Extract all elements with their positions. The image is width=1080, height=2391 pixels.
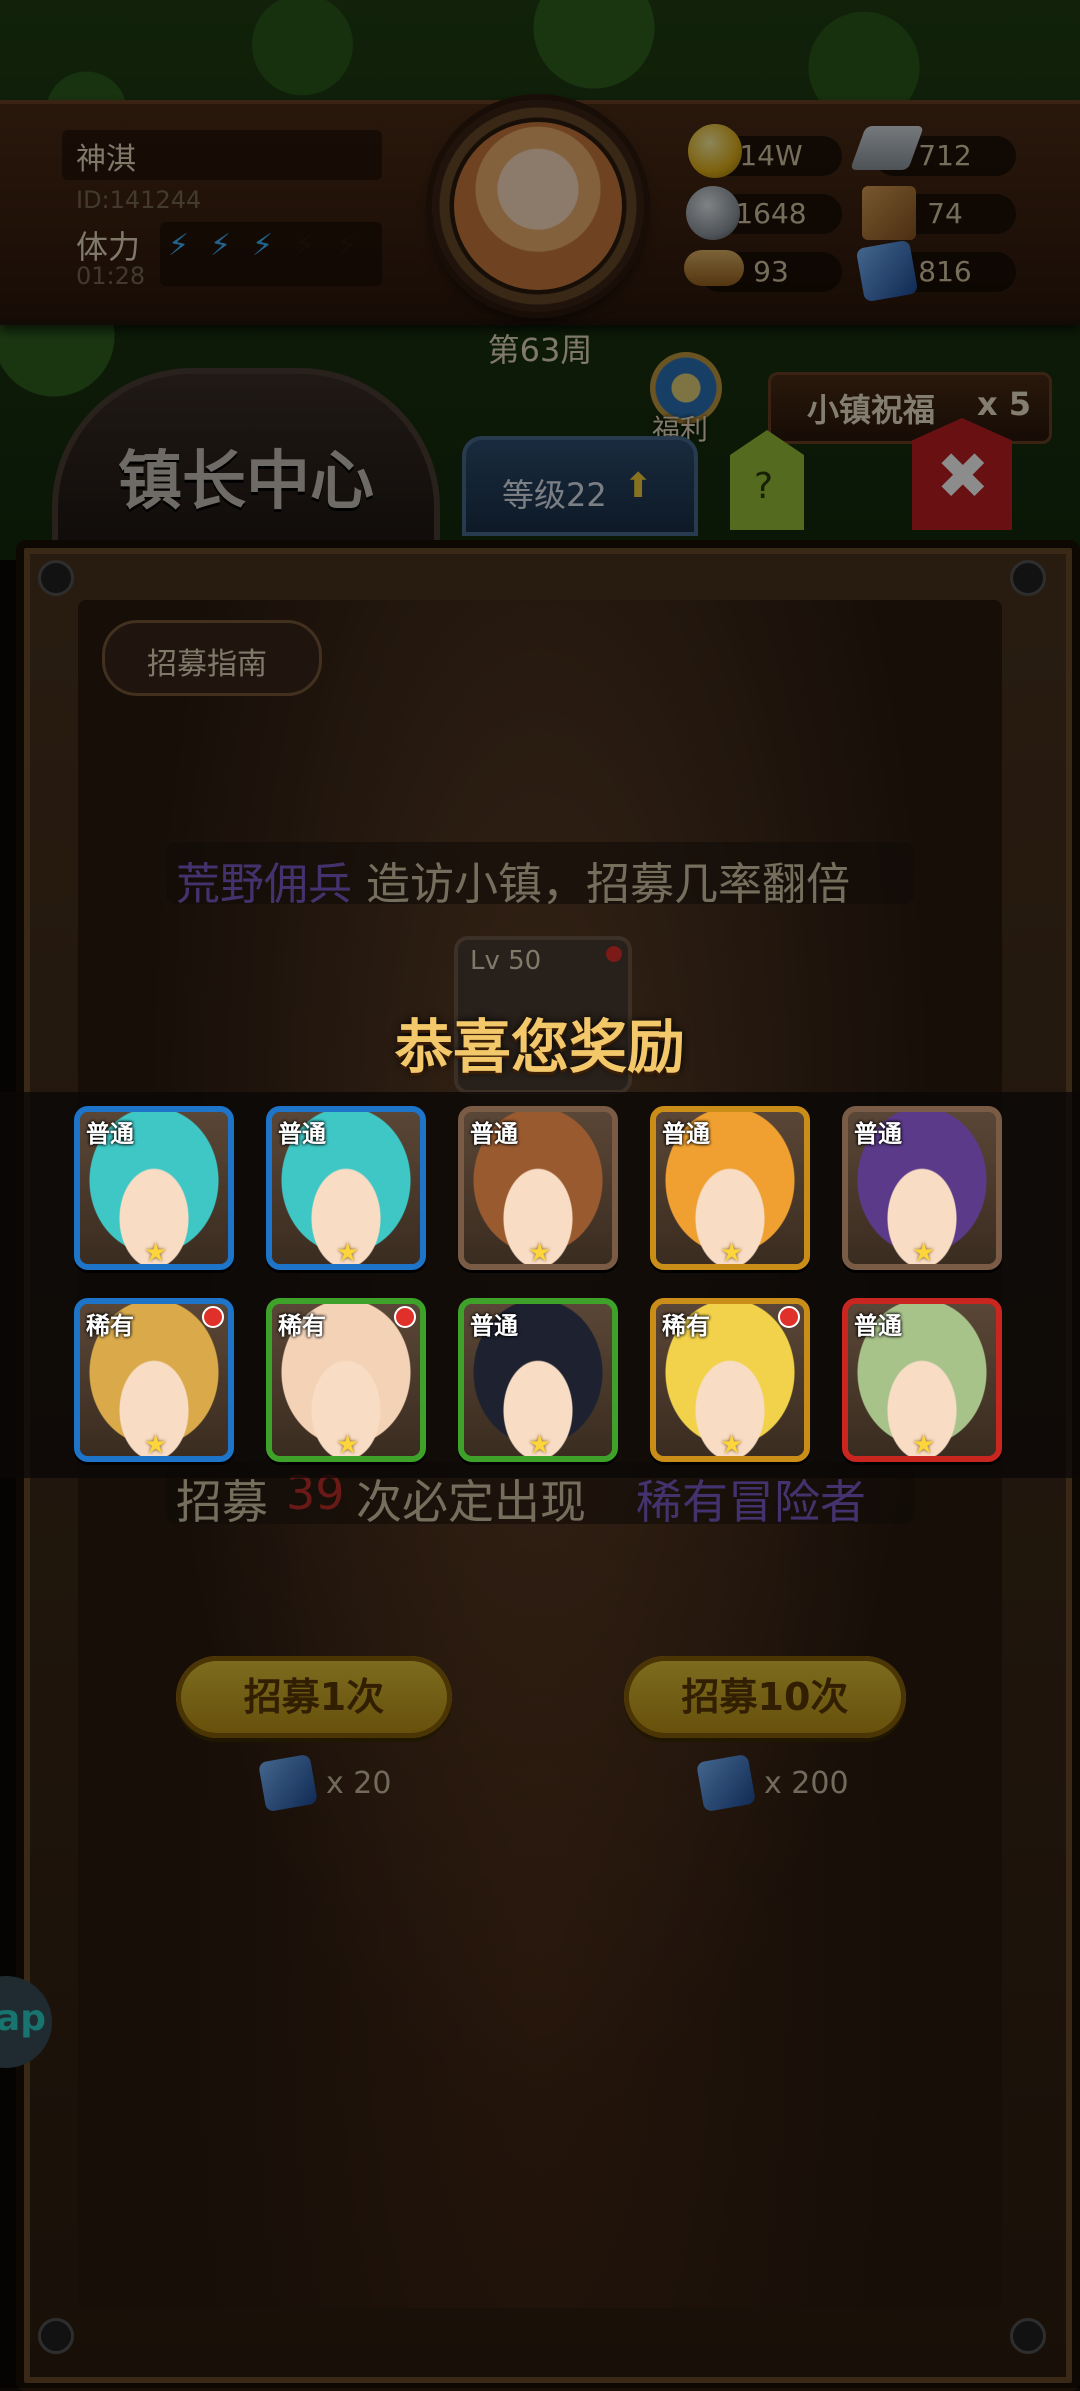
new-badge-icon <box>606 946 622 962</box>
reward-hero-card[interactable]: 普通 ★ <box>266 1106 426 1270</box>
reward-hero-card[interactable]: 稀有 ★ <box>650 1298 810 1462</box>
crystal-icon <box>258 1753 318 1813</box>
rarity-tag: 普通 <box>662 1120 710 1148</box>
level-up-arrow-icon: ⬆ <box>624 466 653 506</box>
lightning-icon: ⚡ <box>210 228 232 263</box>
panel-rivet <box>38 560 74 596</box>
stamina-timer: 01:28 <box>76 262 146 290</box>
star-icon: ★ <box>144 1238 168 1268</box>
crystal-icon <box>855 239 919 303</box>
star-icon: ★ <box>720 1430 744 1460</box>
star-icon: ★ <box>528 1430 552 1460</box>
recruit-ten-cost: x 200 <box>764 1766 849 1801</box>
week-counter: 第63周 <box>487 331 593 369</box>
rarity-tag: 普通 <box>854 1120 902 1148</box>
gold-coin-icon <box>688 124 742 178</box>
reward-hero-card[interactable]: 普通 ★ <box>458 1298 618 1462</box>
star-icon: ★ <box>912 1238 936 1268</box>
star-icon: ★ <box>720 1238 744 1268</box>
panel-rivet <box>38 2318 74 2354</box>
lightning-icon: ⚡ <box>168 228 190 263</box>
star-icon: ★ <box>912 1430 936 1460</box>
reward-hero-card[interactable]: 普通 ★ <box>458 1106 618 1270</box>
level-tab[interactable]: 等级22 ⬆ <box>462 436 698 536</box>
ore-rock-icon <box>686 186 740 240</box>
recruit-ten-button[interactable]: 招募10次 <box>624 1656 906 1738</box>
featured-level: Lv 50 <box>470 946 542 976</box>
floating-assistant-label: ap <box>0 1998 47 2039</box>
stamina-bar: ⚡ ⚡ ⚡ ⚡ ⚡ <box>160 222 382 286</box>
recruit-once-cost: x 20 <box>326 1766 392 1801</box>
recruit-guide-button[interactable]: 招募指南 <box>102 620 322 696</box>
recruit-guide-label: 招募指南 <box>147 647 267 682</box>
rarity-tag: 稀有 <box>278 1312 326 1340</box>
rarity-tag: 普通 <box>86 1120 134 1148</box>
recruit-once-button[interactable]: 招募1次 <box>176 1656 452 1738</box>
star-icon: ★ <box>144 1430 168 1460</box>
lightning-empty-icon: ⚡ <box>336 228 358 263</box>
reward-hero-card[interactable]: 普通 ★ <box>650 1106 810 1270</box>
new-badge-icon <box>778 1306 800 1328</box>
rarity-tag: 稀有 <box>86 1312 134 1340</box>
panel-rivet <box>1010 560 1046 596</box>
close-button[interactable]: ✖ <box>912 418 1012 530</box>
reward-hero-card[interactable]: 普通 ★ <box>842 1298 1002 1462</box>
new-badge-icon <box>394 1306 416 1328</box>
leather-hide-icon <box>862 186 916 240</box>
town-blessing-label: 小镇祝福 <box>807 391 936 429</box>
reward-title: 恭喜您奖励 <box>394 1013 685 1081</box>
center-title: 镇长中心 <box>118 445 374 519</box>
event-highlight: 荒野佣兵 <box>176 859 352 910</box>
reward-hero-card[interactable]: 普通 ★ <box>74 1106 234 1270</box>
close-icon: ✖ <box>936 440 990 514</box>
star-icon: ★ <box>336 1238 360 1268</box>
event-banner: 荒野佣兵 造访小镇，招募几率翻倍 <box>166 842 914 910</box>
town-blessing-button[interactable]: 小镇祝福 x 5 <box>768 372 1052 444</box>
town-blessing-count: x 5 <box>977 385 1032 423</box>
player-name: 神淇 <box>76 142 136 177</box>
reward-hero-card[interactable]: 稀有 ★ <box>74 1298 234 1462</box>
rarity-tag: 普通 <box>470 1312 518 1340</box>
crystal-icon <box>696 1753 756 1813</box>
event-text: 造访小镇，招募几率翻倍 <box>366 859 850 910</box>
reward-hero-card[interactable]: 普通 ★ <box>842 1106 1002 1270</box>
player-id: ID:141244 <box>76 186 202 214</box>
panel-rivet <box>1010 2318 1046 2354</box>
lightning-icon: ⚡ <box>252 228 274 263</box>
new-badge-icon <box>202 1306 224 1328</box>
reward-popup[interactable]: 普通 ★ 普通 ★ 普通 ★ 普通 ★ 普通 ★ 稀有 ★ 稀有 ★ 普通 ★ 稀有 ★ 普通 ★ <box>0 1092 1080 1478</box>
lightning-empty-icon: ⚡ <box>294 228 316 263</box>
rarity-tag: 普通 <box>278 1120 326 1148</box>
reward-hero-card[interactable]: 稀有 ★ <box>266 1298 426 1462</box>
rarity-tag: 稀有 <box>662 1312 710 1340</box>
level-label: 等级22 <box>502 476 607 514</box>
wood-log-icon <box>684 250 744 286</box>
avatar-portrait <box>454 122 622 290</box>
help-label: ? <box>754 466 774 507</box>
rarity-tag: 普通 <box>854 1312 902 1340</box>
player-avatar[interactable] <box>432 100 644 312</box>
rarity-tag: 普通 <box>470 1120 518 1148</box>
star-icon: ★ <box>528 1238 552 1268</box>
star-icon: ★ <box>336 1430 360 1460</box>
